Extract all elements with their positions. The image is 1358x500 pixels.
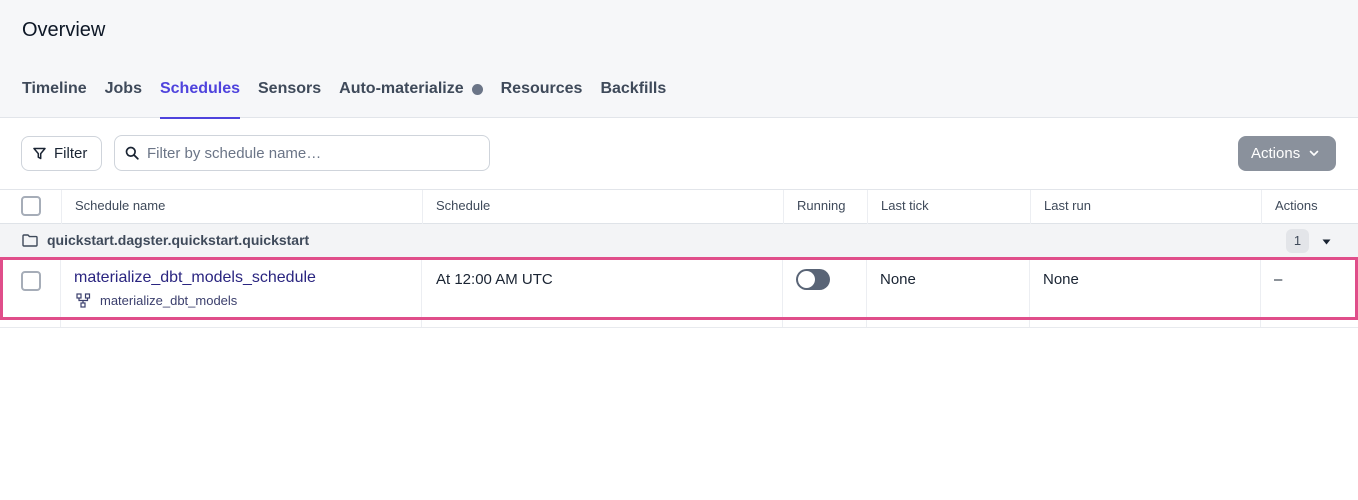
table-header: Schedule name Schedule Running Last tick… — [0, 189, 1358, 224]
job-graph-icon — [76, 293, 91, 308]
filter-funnel-icon — [33, 147, 46, 160]
column-header-last-tick: Last tick — [867, 190, 1029, 224]
column-divider — [60, 258, 61, 327]
tab-sensors[interactable]: Sensors — [258, 79, 321, 118]
column-divider — [782, 258, 783, 327]
toolbar: Filter Actions — [0, 118, 1358, 190]
last-run-value: None — [1043, 271, 1079, 288]
toggle-knob — [798, 271, 815, 288]
status-dot-icon — [471, 84, 483, 95]
schedules-table: Schedule name Schedule Running Last tick… — [0, 189, 1358, 328]
actions-button[interactable]: Actions — [1238, 136, 1336, 171]
job-name: materialize_dbt_models — [100, 293, 238, 308]
group-count-badge: 1 — [1286, 229, 1309, 253]
last-tick-value: None — [880, 271, 916, 288]
tab-resources[interactable]: Resources — [501, 79, 583, 118]
column-header-actions: Actions — [1261, 190, 1358, 224]
tab-backfills[interactable]: Backfills — [600, 79, 666, 118]
column-divider — [866, 258, 867, 327]
select-all-checkbox[interactable] — [21, 196, 41, 216]
tab-auto-materialize-label: Auto-materialize — [339, 80, 464, 97]
tab-auto-materialize[interactable]: Auto-materialize — [339, 79, 483, 118]
search-input[interactable] — [147, 144, 467, 162]
search-box — [114, 135, 490, 171]
schedule-cron-description: At 12:00 AM UTC — [436, 271, 553, 288]
column-header-schedule-name[interactable]: Schedule name — [61, 190, 421, 224]
column-header-running: Running — [783, 190, 866, 224]
row-actions-value: – — [1274, 271, 1283, 288]
column-header-last-run: Last run — [1030, 190, 1260, 224]
schedule-name-link[interactable]: materialize_dbt_models_schedule — [74, 269, 316, 287]
filter-button[interactable]: Filter — [21, 136, 102, 171]
running-toggle[interactable] — [796, 269, 830, 290]
job-link[interactable]: materialize_dbt_models — [76, 293, 237, 308]
page-title: Overview — [22, 19, 106, 41]
tab-jobs[interactable]: Jobs — [105, 79, 142, 118]
table-row: materialize_dbt_models_schedule material… — [0, 258, 1358, 328]
column-divider — [1029, 258, 1030, 327]
search-icon — [125, 146, 139, 160]
tab-bar: Timeline Jobs Schedules Sensors Auto-mat… — [22, 79, 666, 119]
group-name: quickstart.dagster.quickstart.quickstart — [47, 232, 310, 248]
actions-button-label: Actions — [1251, 145, 1301, 162]
column-header-schedule: Schedule — [422, 190, 782, 224]
chevron-down-icon — [1309, 150, 1319, 156]
column-divider — [1260, 258, 1261, 327]
tab-schedules[interactable]: Schedules — [159, 79, 241, 119]
row-select-checkbox[interactable] — [21, 271, 41, 291]
column-divider — [421, 258, 422, 327]
folder-icon — [22, 234, 38, 247]
group-header-row[interactable]: quickstart.dagster.quickstart.quickstart… — [0, 224, 1358, 258]
filter-button-label: Filter — [54, 145, 88, 162]
page-header: Overview Timeline Jobs Schedules Sensors… — [0, 0, 1358, 119]
caret-down-icon[interactable] — [1322, 239, 1331, 245]
tab-timeline[interactable]: Timeline — [22, 79, 87, 118]
